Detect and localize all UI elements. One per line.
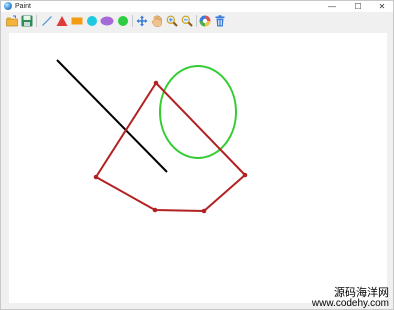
maximize-button[interactable]: ☐ xyxy=(346,1,370,12)
toolbar-separator xyxy=(196,15,197,27)
polygon-vertex[interactable] xyxy=(242,172,248,178)
toolbar-separator xyxy=(132,15,133,27)
title-bar[interactable]: Paint — ☐ ✕ xyxy=(1,1,393,12)
toolbar xyxy=(1,12,393,30)
polygon-vertex[interactable] xyxy=(93,174,99,180)
trash-icon[interactable] xyxy=(214,15,226,27)
watermark-site-url: www.codehy.com xyxy=(311,298,389,309)
color-picker-icon[interactable] xyxy=(199,15,211,27)
polygon-vertex[interactable] xyxy=(152,207,158,213)
open-icon[interactable] xyxy=(6,15,18,27)
polygon-vertex[interactable] xyxy=(201,208,207,214)
save-icon[interactable] xyxy=(21,15,33,27)
filled-circle-tool-icon[interactable] xyxy=(117,15,129,27)
hand-tool-icon[interactable] xyxy=(151,15,163,27)
minimize-button[interactable]: — xyxy=(320,1,344,12)
window-title: Paint xyxy=(15,3,31,10)
canvas-drawing xyxy=(56,59,248,214)
move-tool-icon[interactable] xyxy=(136,15,148,27)
app-icon xyxy=(4,2,12,10)
black-line xyxy=(56,59,168,173)
paint-window: Paint — ☐ ✕ 源码海洋网 www.codehy.com xyxy=(0,0,394,310)
ellipse-tool-icon[interactable] xyxy=(100,15,114,27)
circle-tool-icon[interactable] xyxy=(86,15,98,27)
zoom-out-icon[interactable] xyxy=(181,15,193,27)
line-tool-icon[interactable] xyxy=(41,15,53,27)
zoom-in-icon[interactable] xyxy=(166,15,178,27)
rectangle-tool-icon[interactable] xyxy=(71,15,83,27)
close-button[interactable]: ✕ xyxy=(370,1,394,12)
triangle-tool-icon[interactable] xyxy=(56,15,68,27)
drawing-canvas[interactable] xyxy=(9,33,387,303)
toolbar-separator xyxy=(36,15,37,27)
polygon-vertex[interactable] xyxy=(153,80,159,86)
green-circle xyxy=(159,65,237,159)
